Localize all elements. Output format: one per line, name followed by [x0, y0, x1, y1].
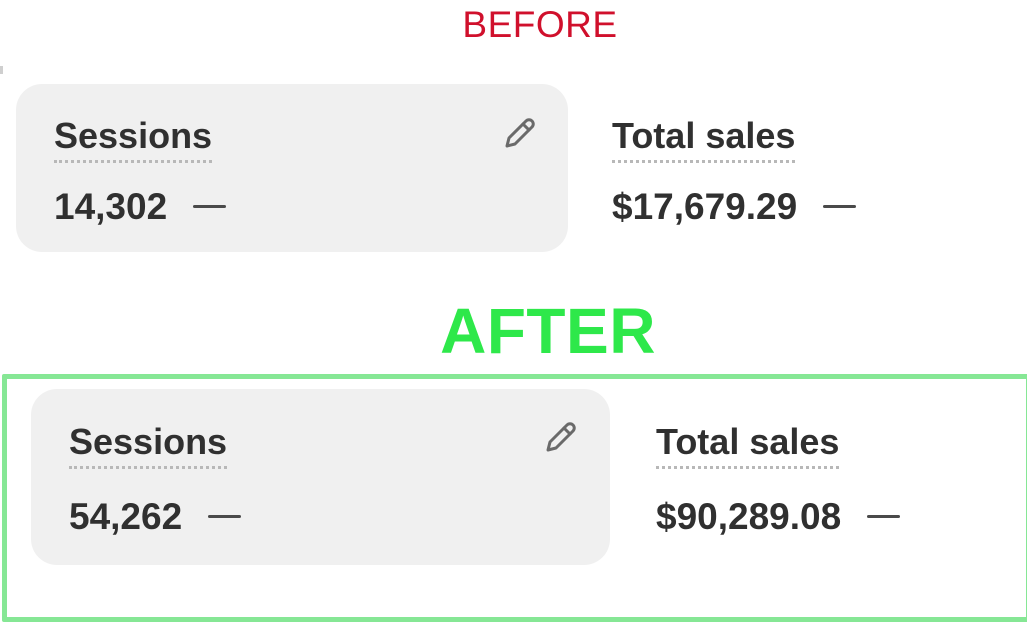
after-sessions-value: 54,262	[69, 496, 183, 537]
left-edge-mark	[0, 66, 3, 74]
after-sessions-title[interactable]: Sessions	[69, 424, 228, 469]
before-heading: BEFORE	[462, 4, 618, 45]
after-sessions-value-row: 54,262	[69, 496, 242, 537]
after-total-sales-title[interactable]: Total sales	[656, 424, 840, 469]
after-total-sales-value: $90,289.08	[656, 496, 842, 537]
before-sessions-value: 14,302	[54, 186, 168, 227]
before-sessions-value-row: 14,302	[54, 186, 227, 227]
pencil-icon	[546, 422, 576, 452]
dash-icon	[208, 515, 242, 518]
before-total-sales-value-row: $17,679.29	[612, 186, 857, 227]
dash-icon	[823, 205, 857, 208]
dash-icon	[867, 515, 901, 518]
after-total-sales-value-row: $90,289.08	[656, 496, 901, 537]
after-sessions-card[interactable]	[31, 389, 610, 565]
after-heading: AFTER	[440, 295, 656, 367]
before-total-sales-title[interactable]: Total sales	[612, 118, 796, 163]
dash-icon	[193, 205, 227, 208]
before-edit-button[interactable]	[497, 112, 541, 156]
after-edit-button[interactable]	[538, 416, 582, 460]
pencil-icon	[505, 118, 535, 148]
before-total-sales-value: $17,679.29	[612, 186, 798, 227]
before-sessions-title[interactable]: Sessions	[54, 118, 213, 163]
